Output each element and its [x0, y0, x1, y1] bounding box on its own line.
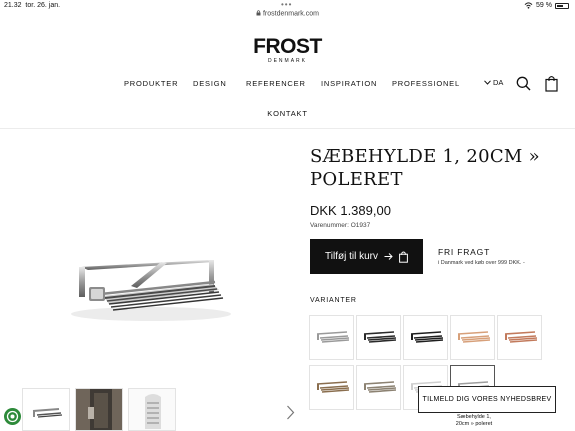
url-bar[interactable]: frostdenmark.com — [0, 10, 575, 18]
add-to-cart-label: Tilføj til kurv — [325, 251, 378, 262]
brand-sub: DENMARK — [267, 58, 307, 64]
trust-badge-icon[interactable] — [4, 408, 21, 425]
variant-swatch[interactable] — [356, 315, 401, 360]
url-text: frostdenmark.com — [262, 10, 319, 18]
status-time: 21.32 tor. 26. jan. — [4, 2, 61, 9]
thumbnail-strip — [22, 388, 176, 431]
language-selector[interactable]: DA — [484, 78, 503, 87]
variants-heading: VARIANTER — [310, 297, 357, 304]
wifi-icon — [524, 2, 533, 9]
variant-swatch[interactable] — [309, 315, 354, 360]
brand-logo[interactable]: FROST DENMARK — [0, 35, 575, 64]
product-price: DKK 1.389,00 — [310, 203, 391, 218]
nav-item-inspiration[interactable]: INSPIRATION — [321, 79, 377, 88]
variant-swatch[interactable] — [497, 315, 542, 360]
battery-percent: 59 % — [536, 2, 552, 9]
variant-swatch[interactable] — [356, 365, 401, 410]
variant-caption: Sæbehylde 1, 20cm » poleret — [455, 414, 493, 427]
battery-icon — [555, 2, 569, 9]
nav-item-referencer[interactable]: REFERENCER — [246, 79, 306, 88]
language-label: DA — [493, 78, 504, 87]
shopping-bag-icon — [399, 251, 408, 263]
shopping-bag-icon[interactable] — [545, 75, 558, 92]
header-divider — [0, 128, 575, 129]
product-sku: Varenummer: O1937 — [310, 222, 371, 229]
brand-name: FROST — [253, 35, 322, 58]
status-indicators: 59 % — [524, 2, 569, 9]
free-shipping-title: FRI FRAGT — [438, 247, 491, 257]
add-to-cart-button[interactable]: Tilføj til kurv — [310, 239, 423, 274]
nav-item-kontakt[interactable]: KONTAKT — [0, 109, 575, 118]
product-image[interactable] — [33, 146, 257, 378]
nav-item-design[interactable]: DESIGN — [193, 79, 227, 88]
variant-swatch[interactable] — [450, 315, 495, 360]
thumbnail-2[interactable] — [75, 388, 123, 431]
thumbnail-1[interactable] — [22, 388, 70, 431]
thumbnail-3[interactable] — [128, 388, 176, 431]
variant-swatch[interactable] — [309, 365, 354, 410]
nav-item-produkter[interactable]: PRODUKTER — [124, 79, 178, 88]
chevron-right-icon[interactable] — [286, 405, 295, 420]
arrow-right-icon — [384, 253, 393, 260]
tab-dots-icon[interactable]: ••• — [281, 0, 292, 9]
search-icon[interactable] — [516, 76, 531, 91]
lock-icon — [256, 10, 261, 16]
free-shipping-subtitle: i Danmark ved køb over 999 DKK. - — [438, 260, 525, 266]
variant-swatch[interactable] — [403, 315, 448, 360]
product-title: SÆBEHYLDE 1, 20CM » POLERET — [310, 146, 540, 190]
nav-item-professionel[interactable]: PROFESSIONEL — [392, 79, 460, 88]
chevron-down-icon — [484, 80, 491, 85]
newsletter-signup-button[interactable]: TILMELD DIG VORES NYHEDSBREV — [418, 386, 556, 413]
